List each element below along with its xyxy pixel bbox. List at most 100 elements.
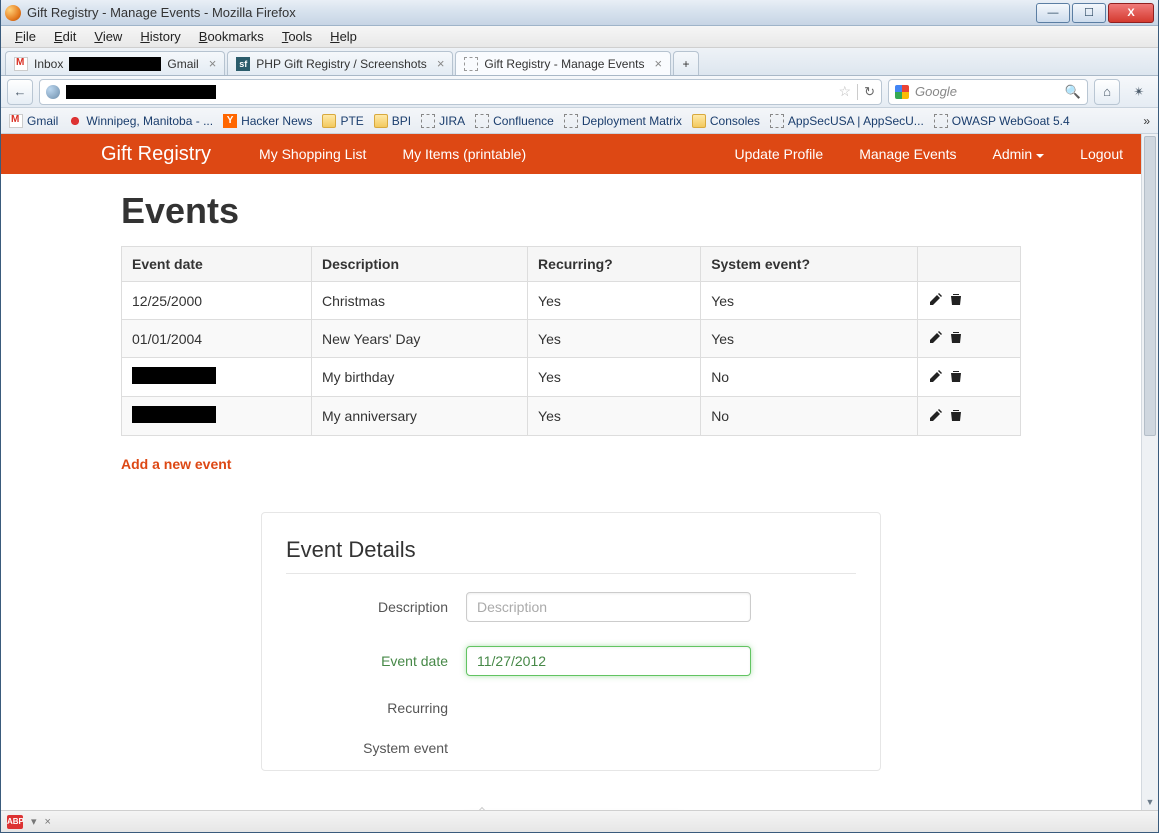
nav-link-manage-events[interactable]: Manage Events [841,134,974,174]
menu-file[interactable]: File [7,27,44,46]
nav-link-logout[interactable]: Logout [1062,134,1141,174]
nav-link-shopping-list[interactable]: My Shopping List [241,134,384,174]
edit-icon[interactable] [928,329,944,345]
app-brand[interactable]: Gift Registry [101,143,211,166]
nav-link-my-items[interactable]: My Items (printable) [384,134,544,174]
close-icon[interactable]: × [209,56,217,71]
browser-menubar: FileEditViewHistoryBookmarksToolsHelp [1,26,1158,48]
edit-icon[interactable] [928,368,944,384]
cell-event-date [122,397,312,436]
event-date-input[interactable] [466,646,751,676]
google-icon [895,85,909,99]
bookmark-item[interactable]: Consoles [692,114,760,128]
bookmark-label: Winnipeg, Manitoba - ... [86,114,213,128]
page-icon [770,114,784,128]
trash-icon[interactable] [948,407,964,423]
browser-tab-sourceforge[interactable]: sf PHP Gift Registry / Screenshots × [227,51,453,75]
window-minimize-button[interactable]: — [1036,3,1070,23]
bookmark-label: Consoles [710,114,760,128]
reload-icon[interactable]: ↻ [864,84,875,100]
adblock-icon[interactable]: ABP [7,815,23,829]
bookmark-item[interactable]: JIRA [421,114,465,128]
firefox-icon [5,5,21,21]
window-maximize-button[interactable]: ☐ [1072,3,1106,23]
sourceforge-icon: sf [236,57,250,71]
cell-description: New Years' Day [312,320,528,358]
add-event-link[interactable]: Add a new event [121,456,231,472]
bookmark-label: JIRA [439,114,465,128]
gmail-icon [14,57,28,71]
tab-label: PHP Gift Registry / Screenshots [256,57,427,71]
trash-icon[interactable] [948,291,964,307]
extensions-button[interactable]: ✴ [1126,79,1152,105]
table-header: System event? [701,247,918,282]
bookmark-item[interactable]: Winnipeg, Manitoba - ... [68,114,213,128]
menu-tools[interactable]: Tools [274,27,320,46]
arrow-left-icon: ← [14,84,27,99]
menu-edit[interactable]: Edit [46,27,84,46]
close-icon[interactable]: × [437,56,445,71]
maple-leaf-icon [68,114,82,128]
tab-label: Gmail [167,57,198,71]
table-row: My anniversaryYesNo [122,397,1021,436]
page-icon [564,114,578,128]
trash-icon[interactable] [948,368,964,384]
table-header: Recurring? [528,247,701,282]
nav-link-update-profile[interactable]: Update Profile [716,134,841,174]
table-header [918,247,1021,282]
page-icon [464,57,478,71]
divider [857,84,858,100]
menu-view[interactable]: View [86,27,130,46]
cell-actions [918,397,1021,436]
cell-system: Yes [701,282,918,320]
search-icon[interactable]: 🔍 [1065,84,1081,100]
bookmark-label: Gmail [27,114,58,128]
bookmark-star-icon[interactable]: ☆ [839,83,852,100]
vertical-scrollbar[interactable]: ▲ ▼ [1141,134,1158,810]
bookmark-label: Deployment Matrix [582,114,682,128]
browser-tab-active[interactable]: Gift Registry - Manage Events × [455,51,671,75]
scrollbar-thumb[interactable] [1144,136,1156,436]
bookmark-label: OWASP WebGoat 5.4 [952,114,1070,128]
folder-icon [322,114,336,128]
cell-description: My birthday [312,358,528,397]
url-bar[interactable]: ☆ ↻ [39,79,882,105]
description-input[interactable] [466,592,751,622]
edit-icon[interactable] [928,291,944,307]
bookmarks-overflow-icon[interactable]: » [1143,114,1150,128]
bookmark-item[interactable]: Deployment Matrix [564,114,682,128]
scroll-down-icon[interactable]: ▼ [1142,793,1158,810]
addon-dropdown-icon[interactable]: ▾ [31,815,37,828]
browser-search-box[interactable]: Google 🔍 [888,79,1088,105]
close-icon[interactable]: × [654,56,662,71]
home-icon: ⌂ [1103,84,1111,99]
edit-icon[interactable] [928,407,944,423]
bookmark-item[interactable]: BPI [374,114,411,128]
bookmark-item[interactable]: YHacker News [223,114,312,128]
back-button[interactable]: ← [7,79,33,105]
browser-tab-gmail[interactable]: Inbox Gmail × [5,51,225,75]
cell-actions [918,320,1021,358]
bookmark-item[interactable]: Confluence [475,114,554,128]
menu-help[interactable]: Help [322,27,365,46]
bookmark-label: Hacker News [241,114,312,128]
cell-recurring: Yes [528,358,701,397]
menu-bookmarks[interactable]: Bookmarks [191,27,272,46]
cell-system: No [701,397,918,436]
bookmark-item[interactable]: AppSecUSA | AppSecU... [770,114,924,128]
chevron-down-icon [1036,154,1044,162]
cell-event-date [122,358,312,397]
bookmark-item[interactable]: Gmail [9,114,58,128]
cell-system: No [701,358,918,397]
trash-icon[interactable] [948,329,964,345]
nav-link-admin[interactable]: Admin [974,134,1062,174]
new-tab-button[interactable]: + [673,51,699,75]
addon-close-icon[interactable]: × [45,816,51,828]
window-close-button[interactable]: X [1108,3,1154,23]
home-button[interactable]: ⌂ [1094,79,1120,105]
menu-history[interactable]: History [132,27,188,46]
bookmark-item[interactable]: OWASP WebGoat 5.4 [934,114,1070,128]
bookmark-item[interactable]: PTE [322,114,363,128]
tab-label: Inbox [34,57,63,71]
table-row: 01/01/2004New Years' DayYesYes [122,320,1021,358]
